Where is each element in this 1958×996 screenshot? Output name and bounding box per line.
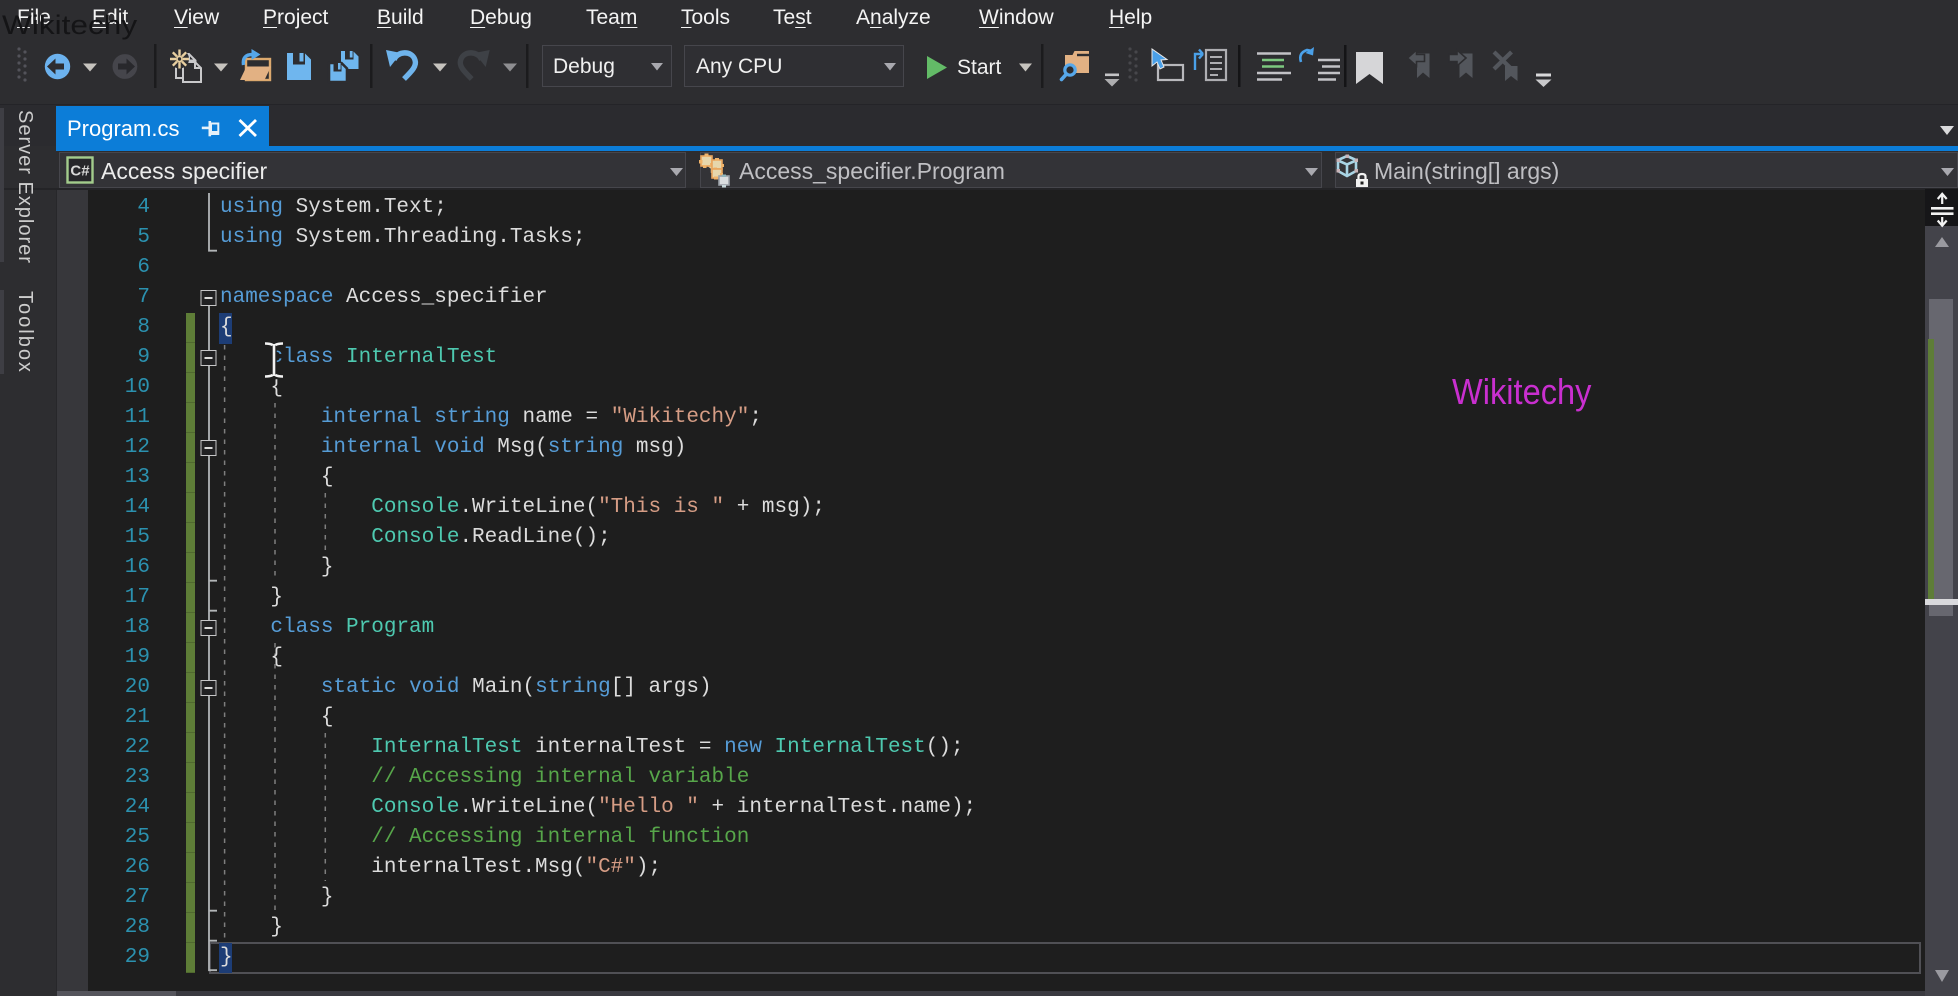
svg-text:C#: C# [70, 163, 90, 180]
svg-text:Any CPU: Any CPU [696, 55, 782, 78]
svg-text:Debug: Debug [553, 55, 615, 78]
svg-text:Start: Start [957, 56, 1002, 79]
